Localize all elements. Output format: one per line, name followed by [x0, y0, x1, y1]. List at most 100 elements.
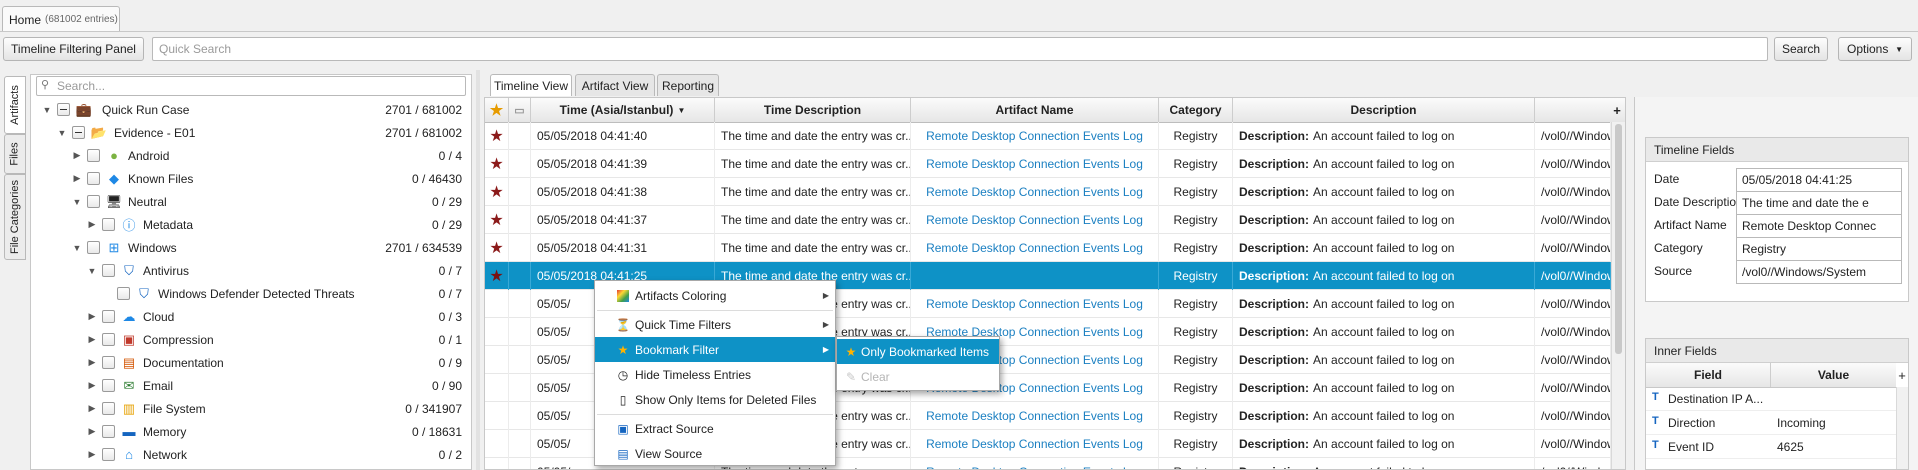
table-row[interactable]: ★ 05/05/2018 04:41:40 The time and date th… [485, 122, 1625, 150]
column-header-time-description[interactable]: Time Description [715, 98, 911, 122]
table-row[interactable]: ★ 05/05/2018 04:41:37 The time and date th… [485, 206, 1625, 234]
bookmark-star-icon[interactable]: ★ [489, 238, 503, 258]
tree-item-antivirus[interactable]: ▼ ⛉ Antivirus 0 / 7 [30, 259, 470, 282]
tree-checkbox[interactable] [102, 448, 115, 461]
menu-item-show-deleted-files[interactable]: ▯ Show Only Items for Deleted Files [595, 387, 835, 412]
search-button[interactable]: Search [1774, 37, 1828, 61]
table-row[interactable]: ★ 05/05/2018 04:41:31 The time and date th… [485, 234, 1625, 262]
side-tab-file-categories[interactable]: File Categories [4, 174, 26, 260]
tree-item-evidence[interactable]: ▼ 📂 Evidence - E01 2701 / 681002 [30, 121, 470, 144]
tree-item-quick-run-case[interactable]: ▼ 💼 Quick Run Case 2701 / 681002 [30, 98, 470, 121]
field-value[interactable]: Registry [1736, 237, 1902, 261]
tab-reporting[interactable]: Reporting [657, 74, 719, 96]
field-value[interactable]: Remote Desktop Connec [1736, 214, 1902, 238]
menu-item-artifacts-coloring[interactable]: Artifacts Coloring ▶ [595, 283, 835, 308]
column-header-artifact-name[interactable]: Artifact Name [911, 98, 1159, 122]
tree-item-email[interactable]: ▶ ✉ Email 0 / 90 [30, 374, 470, 397]
field-value[interactable]: /vol0//Windows/System [1736, 260, 1902, 284]
chevron-right-icon[interactable]: ▶ [87, 219, 97, 230]
tree-search-input[interactable]: Search... [36, 76, 466, 96]
menu-item-bookmark-filter[interactable]: ★ Bookmark Filter ▶ [595, 337, 835, 362]
menu-item-only-bookmarked-items[interactable]: ★ Only Bookmarked Items [837, 339, 999, 364]
chevron-right-icon[interactable]: ▶ [72, 150, 82, 161]
panel-splitter[interactable] [476, 70, 480, 470]
tree-checkbox[interactable] [87, 241, 100, 254]
tree-item-cloud[interactable]: ▶ ☁ Cloud 0 / 3 [30, 305, 470, 328]
inner-field-row[interactable]: T Event ID 4625 [1646, 435, 1896, 459]
artifact-cell[interactable]: Remote Desktop Connection Events Log [911, 122, 1159, 150]
column-header-source[interactable] [1535, 98, 1617, 122]
tree-checkbox[interactable] [72, 126, 85, 139]
inner-fields-scrollbar[interactable] [1896, 387, 1908, 469]
tree-item-memory[interactable]: ▶ ▬ Memory 0 / 18631 [30, 420, 470, 443]
note-column-header[interactable]: ▭ [509, 98, 531, 122]
artifact-cell[interactable]: Remote Desktop Connection Events Log [911, 290, 1159, 318]
chevron-right-icon[interactable]: ▶ [87, 426, 97, 437]
tree-item-metadata[interactable]: ▶ ⓘ Metadata 0 / 29 [30, 213, 470, 236]
tab-timeline-view[interactable]: Timeline View [490, 74, 572, 96]
side-tab-artifacts[interactable]: Artifacts [4, 76, 26, 134]
chevron-down-icon[interactable]: ▼ [72, 243, 82, 253]
chevron-right-icon[interactable]: ▶ [87, 380, 97, 391]
tree-item-network[interactable]: ▶ ⌂ Network 0 / 2 [30, 443, 470, 466]
artifact-cell[interactable]: Remote Desktop Connection Events Log [911, 430, 1159, 458]
artifact-cell[interactable]: Remote Desktop Connection Events Log [911, 150, 1159, 178]
bookmark-star-icon[interactable]: ★ [489, 210, 503, 230]
inner-field-row[interactable]: T Direction Incoming [1646, 411, 1896, 435]
tree-checkbox[interactable] [102, 264, 115, 277]
inner-field-row[interactable]: T Destination IP A... [1646, 387, 1896, 411]
artifact-cell[interactable]: Remote Desktop Connection Events Log [911, 402, 1159, 430]
column-header-field[interactable]: Field [1646, 363, 1771, 387]
home-tab[interactable]: Home (681002 entries) [2, 6, 120, 32]
chevron-right-icon[interactable]: ▶ [87, 449, 97, 460]
column-header-time[interactable]: Time (Asia/Istanbul) ▼ [531, 98, 715, 122]
chevron-right-icon[interactable]: ▶ [87, 403, 97, 414]
chevron-right-icon[interactable]: ▶ [87, 311, 97, 322]
add-column-icon[interactable]: + [1609, 98, 1625, 122]
options-button[interactable]: Options ▼ [1838, 37, 1912, 61]
bookmark-star-icon[interactable]: ★ [489, 266, 503, 286]
side-tab-files[interactable]: Files [4, 134, 26, 174]
grid-scrollbar[interactable] [1611, 122, 1625, 469]
tree-item-documentation[interactable]: ▶ ▤ Documentation 0 / 9 [30, 351, 470, 374]
artifact-cell[interactable]: Remote Desktop Connection Events Log [911, 178, 1159, 206]
quick-search-input[interactable]: Quick Search [152, 37, 1768, 61]
bookmark-column-header[interactable]: ★ [485, 98, 509, 122]
chevron-down-icon[interactable]: ▼ [42, 105, 52, 115]
artifact-cell[interactable]: Remote Desktop Connection Events Log [911, 458, 1159, 469]
tree-item-windows[interactable]: ▼ ⊞ Windows 2701 / 634539 [30, 236, 470, 259]
bookmark-star-icon[interactable]: ★ [489, 126, 503, 146]
tab-artifact-view[interactable]: Artifact View [575, 74, 655, 96]
field-value[interactable]: 05/05/2018 04:41:25 [1736, 168, 1902, 192]
chevron-down-icon[interactable]: ▼ [87, 266, 97, 276]
chevron-right-icon[interactable]: ▶ [87, 357, 97, 368]
bookmark-star-icon[interactable]: ★ [489, 182, 503, 202]
tree-item-neutral[interactable]: ▼ 🖥 Neutral 0 / 29 [30, 190, 470, 213]
tree-checkbox[interactable] [102, 379, 115, 392]
chevron-right-icon[interactable]: ▶ [72, 173, 82, 184]
tree-checkbox[interactable] [117, 287, 130, 300]
tree-checkbox[interactable] [102, 356, 115, 369]
tree-item-compression[interactable]: ▶ ▣ Compression 0 / 1 [30, 328, 470, 351]
tree-checkbox[interactable] [87, 195, 100, 208]
table-row[interactable]: ★ 05/05/2018 04:41:39 The time and date th… [485, 150, 1625, 178]
table-row[interactable]: ★ 05/05/2018 04:41:38 The time and date th… [485, 178, 1625, 206]
artifact-cell[interactable]: Remote Desktop Connection Events Log [911, 234, 1159, 262]
tree-checkbox[interactable] [102, 310, 115, 323]
tree-checkbox[interactable] [57, 103, 70, 116]
column-header-value[interactable]: Value [1771, 363, 1896, 387]
bookmark-star-icon[interactable]: ★ [489, 154, 503, 174]
column-header-category[interactable]: Category [1159, 98, 1233, 122]
add-column-icon[interactable]: + [1896, 363, 1908, 387]
artifact-cell[interactable] [911, 262, 1159, 290]
timeline-filtering-panel-button[interactable]: Timeline Filtering Panel [3, 37, 144, 61]
menu-item-view-source[interactable]: ▤ View Source [595, 441, 835, 466]
tree-item-file-system[interactable]: ▶ ▥ File System 0 / 341907 [30, 397, 470, 420]
tree-checkbox[interactable] [102, 333, 115, 346]
menu-item-quick-time-filters[interactable]: ⏳ Quick Time Filters ▶ [595, 312, 835, 337]
column-header-description[interactable]: Description [1233, 98, 1535, 122]
chevron-down-icon[interactable]: ▼ [72, 197, 82, 207]
tree-item-windows-defender[interactable]: ⛉ Windows Defender Detected Threats 0 / … [30, 282, 470, 305]
tree-item-android[interactable]: ▶ ● Android 0 / 4 [30, 144, 470, 167]
artifact-cell[interactable]: Remote Desktop Connection Events Log [911, 206, 1159, 234]
